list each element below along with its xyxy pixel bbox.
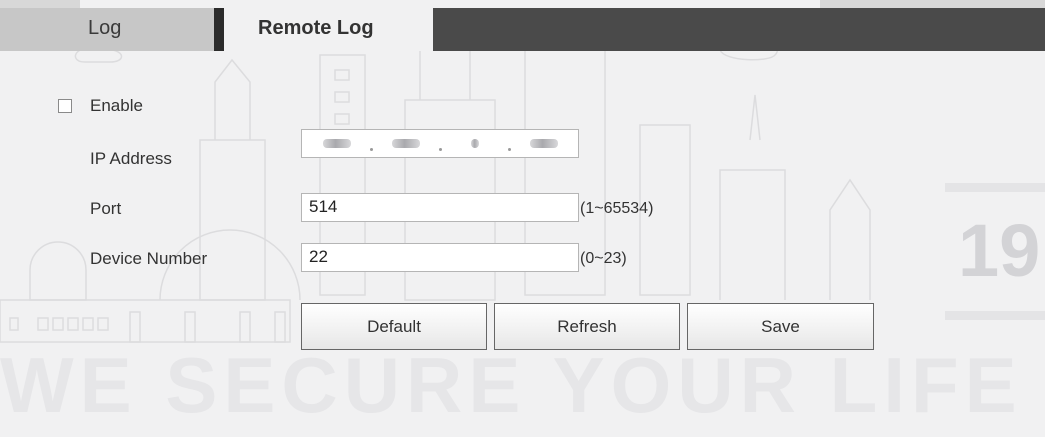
ip-octet-3[interactable] xyxy=(440,130,511,157)
tab-remote-log[interactable]: Remote Log xyxy=(224,8,433,51)
ip-address-label: IP Address xyxy=(90,149,172,168)
ip-octet-1[interactable] xyxy=(302,130,373,157)
ip-octet-2[interactable] xyxy=(371,130,442,157)
port-range-hint: (1~65534) xyxy=(580,200,654,217)
port-input[interactable]: 514 xyxy=(301,193,579,222)
watermark-slogan: WE SECURE YOUR LIFE xyxy=(0,341,1023,429)
device-number-range-hint: (0~23) xyxy=(580,250,627,267)
watermark-year: 19 xyxy=(958,209,1041,292)
ip-address-input[interactable] xyxy=(301,129,579,158)
top-cap-left xyxy=(0,0,80,8)
refresh-button[interactable]: Refresh xyxy=(494,303,680,350)
port-label: Port xyxy=(90,199,122,218)
default-button[interactable]: Default xyxy=(301,303,487,350)
tab-log[interactable]: Log xyxy=(0,8,214,51)
save-button[interactable]: Save xyxy=(687,303,874,350)
enable-label: Enable xyxy=(90,96,143,115)
tab-divider xyxy=(214,8,224,51)
top-cap-right xyxy=(820,0,1045,8)
enable-checkbox[interactable] xyxy=(58,99,72,113)
ip-octet-4[interactable] xyxy=(509,130,578,157)
device-number-input[interactable]: 22 xyxy=(301,243,579,272)
device-number-label: Device Number xyxy=(90,249,208,268)
